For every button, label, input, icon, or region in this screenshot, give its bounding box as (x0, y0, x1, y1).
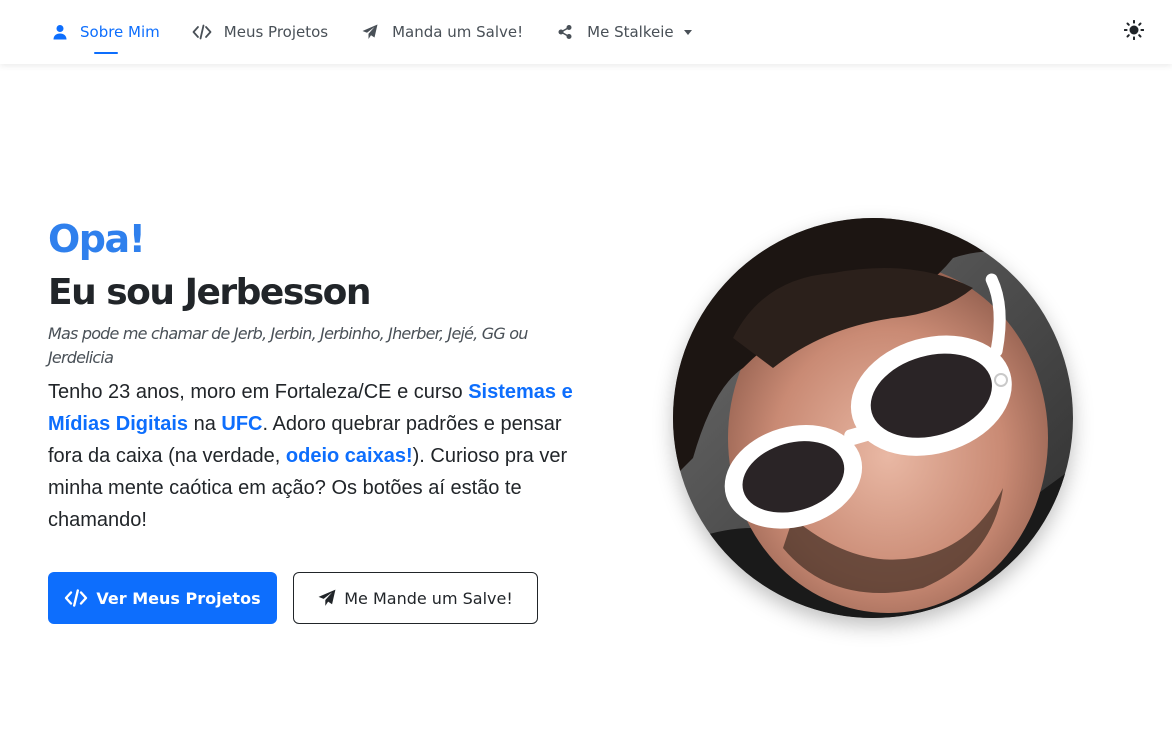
hero-name: Eu sou Jerbesson (48, 272, 372, 313)
nav-item-label: Manda um Salve! (392, 23, 524, 41)
nav-item-label: Me Stalkeie (587, 23, 674, 41)
button-label: Ver Meus Projetos (96, 588, 261, 608)
nav-item-manda-um-salve[interactable]: Manda um Salve! (360, 0, 523, 64)
nav-item-label: Sobre Mim (80, 23, 160, 41)
code-icon (192, 22, 212, 42)
paper-plane-icon (360, 22, 380, 42)
hero-bio: Tenho 23 anos, moro em Fortaleza/CE e cu… (48, 376, 593, 536)
nav-item-me-stalkeie[interactable]: Me Stalkeie (555, 0, 692, 64)
hero-buttons: Ver Meus Projetos Me Mande um Salve! (48, 572, 538, 624)
navbar: Sobre Mim Meus Projetos Manda um Salve! … (0, 0, 1172, 64)
nav-item-sobre-mim[interactable]: Sobre Mim (50, 0, 160, 64)
button-label: Me Mande um Salve! (344, 588, 513, 608)
code-icon (64, 589, 88, 607)
chevron-down-icon (683, 29, 692, 35)
send-salve-button[interactable]: Me Mande um Salve! (293, 572, 538, 624)
theme-toggle-button[interactable] (1122, 19, 1146, 44)
bio-text: Tenho 23 anos, moro em Fortaleza/CE e cu… (48, 381, 469, 403)
paper-plane-icon (318, 589, 336, 607)
nav-list: Sobre Mim Meus Projetos Manda um Salve! … (0, 0, 724, 64)
nav-item-label: Meus Projetos (223, 23, 329, 41)
hero-text: Opa! Eu sou Jerbesson Mas pode me chamar… (48, 216, 593, 536)
hero-nicknames: Mas pode me chamar de Jerb, Jerbin, Jerb… (48, 324, 528, 367)
view-projects-button[interactable]: Ver Meus Projetos (48, 572, 277, 624)
user-icon (50, 22, 70, 42)
hero-greeting: Opa! (48, 217, 146, 261)
university-link[interactable]: UFC (221, 413, 262, 435)
bio-text: na (188, 413, 222, 435)
sun-icon (1123, 19, 1145, 44)
nav-item-meus-projetos[interactable]: Meus Projetos (192, 0, 328, 64)
profile-photo (673, 218, 1073, 618)
bio-emphasis: odeio caixas! (285, 445, 413, 467)
share-icon (555, 22, 575, 42)
